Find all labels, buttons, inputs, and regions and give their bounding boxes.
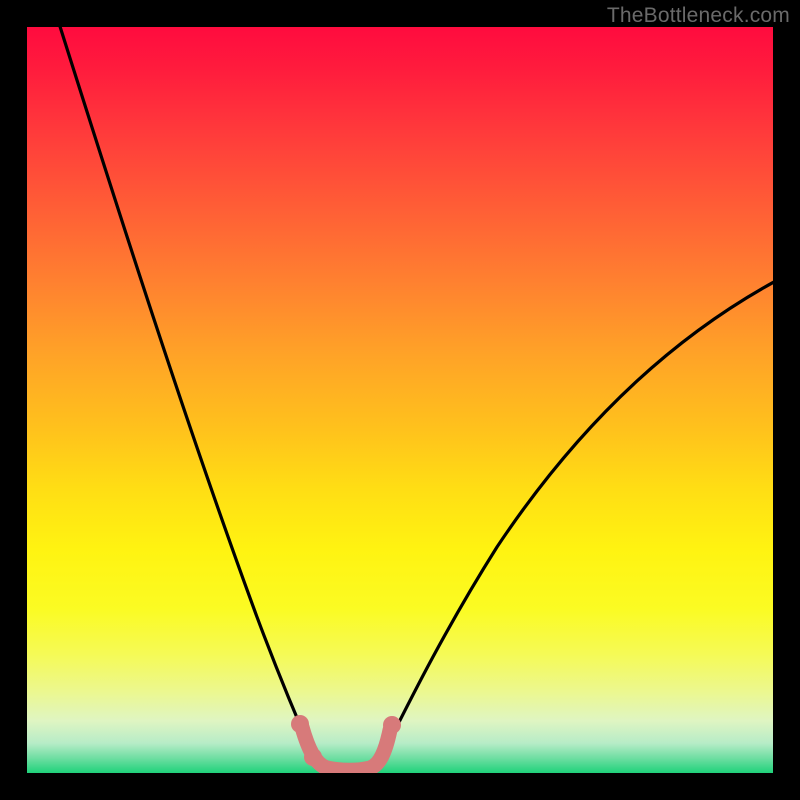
- chart-plot-area: [27, 27, 773, 773]
- curve-right-branch: [379, 275, 773, 762]
- chart-curves-svg: [27, 27, 773, 773]
- curve-left-branch: [57, 27, 316, 762]
- valley-highlight-dot-left: [291, 715, 309, 733]
- valley-highlight-dot-left-lower: [304, 748, 322, 766]
- chart-frame: TheBottleneck.com: [0, 0, 800, 800]
- watermark-text: TheBottleneck.com: [607, 4, 790, 28]
- valley-highlight-dot-right: [383, 716, 401, 734]
